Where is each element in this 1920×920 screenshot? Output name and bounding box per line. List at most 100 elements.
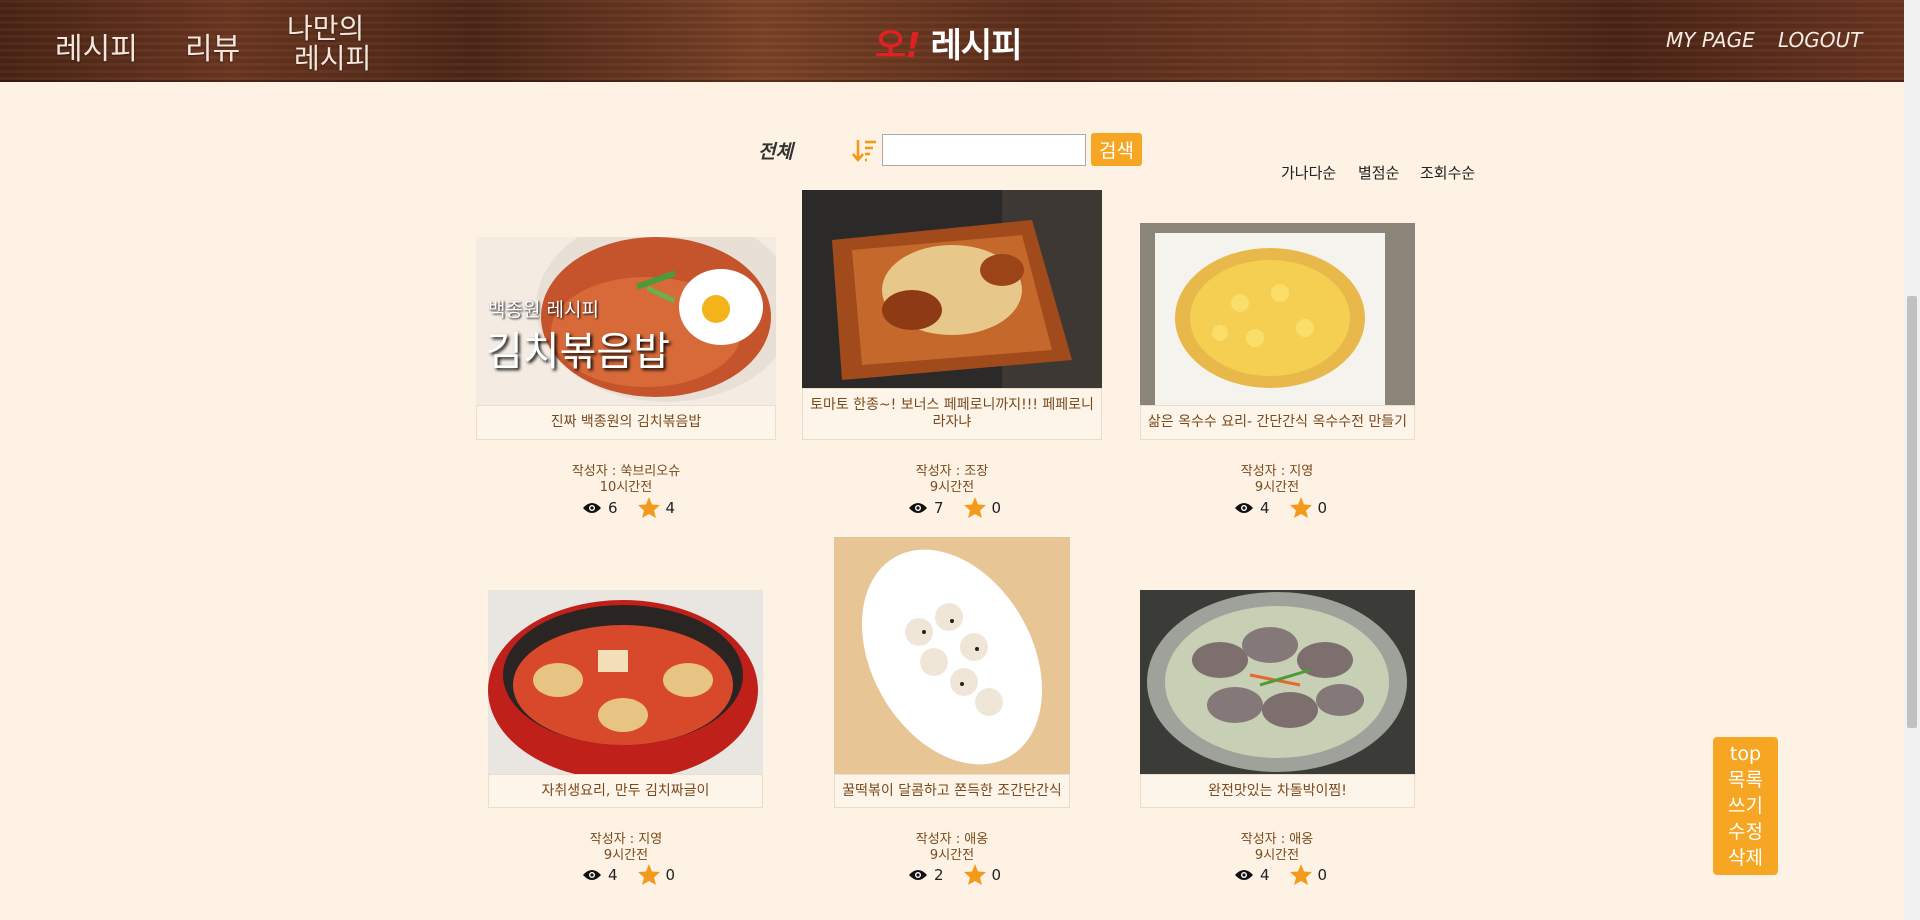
recipe-author: 작성자 : 지영 [1240, 464, 1314, 479]
recipe-photo-illustration [1140, 590, 1415, 774]
logo-text: 레시피 [930, 26, 1023, 66]
view-count: 2 [934, 865, 944, 884]
recipe-author: 작성자 : 애옹 [915, 832, 989, 847]
star-count: 0 [665, 865, 676, 884]
recipe-meta: 작성자 : 쑥브리오슈 10시간전 [526, 464, 726, 496]
recipe-image[interactable] [802, 190, 1102, 388]
recipe-time: 9시간전 [929, 848, 975, 863]
view-count: 6 [608, 498, 618, 517]
recipe-meta: 작성자 : 지영 9시간전 [526, 832, 726, 864]
recipe-title[interactable]: 삶은 옥수수 요리- 간단간식 옥수수전 만들기 [1140, 405, 1415, 440]
recipe-time: 9시간전 [929, 480, 975, 495]
recipe-image[interactable] [488, 590, 763, 774]
recipe-stats: 4 0 [1234, 497, 1341, 518]
eye-icon [583, 502, 601, 513]
star-count: 4 [665, 498, 676, 517]
recipe-author: 작성자 : 애옹 [1240, 832, 1314, 847]
recipe-stats: 4 0 [582, 864, 689, 885]
search-button[interactable]: 검색 [1091, 133, 1142, 166]
search-input[interactable] [882, 134, 1086, 166]
nav-review[interactable]: 리뷰 [185, 24, 240, 68]
recipe-stats: 7 0 [908, 497, 1015, 518]
delete-button[interactable]: 삭제 [1713, 845, 1778, 871]
view-count: 7 [934, 498, 944, 517]
recipe-stats: 6 4 [582, 497, 689, 518]
view-count: 4 [1260, 498, 1270, 517]
recipe-time: 10시간전 [599, 480, 653, 495]
recipe-card[interactable]: 완전맛있는 차돌박이찜! [1140, 590, 1415, 808]
list-button[interactable]: 목록 [1713, 767, 1778, 793]
recipe-photo-illustration [834, 537, 1070, 774]
eye-icon [1235, 502, 1253, 513]
nav-my-recipe-line1: 나만의 [287, 12, 365, 45]
recipe-time: 9시간전 [1254, 480, 1300, 495]
recipe-author: 작성자 : 쑥브리오슈 [571, 464, 681, 479]
star-icon [963, 497, 986, 518]
star-count: 0 [1317, 865, 1328, 884]
recipe-card[interactable]: 꿀떡볶이 달콤하고 쫀득한 조간단간식 [834, 537, 1070, 808]
sort-views[interactable]: 조회수순 [1420, 162, 1475, 183]
sort-rating[interactable]: 별점순 [1358, 162, 1399, 183]
recipe-card[interactable]: 토마토 한종~! 보너스 페페로니까지!!! 페페로니라자냐 [802, 190, 1102, 440]
logo-o: 오 [875, 26, 906, 66]
scrollbar[interactable] [1904, 0, 1920, 920]
site-logo[interactable]: 오! 레시피 [875, 18, 1023, 67]
recipe-image[interactable] [1140, 223, 1415, 405]
recipe-card[interactable]: 삶은 옥수수 요리- 간단간식 옥수수전 만들기 [1140, 223, 1415, 440]
scrollbar-thumb[interactable] [1907, 296, 1917, 728]
view-count: 4 [1260, 865, 1270, 884]
recipe-meta: 작성자 : 조장 9시간전 [852, 464, 1052, 496]
eye-icon [909, 502, 927, 513]
nav-recipe[interactable]: 레시피 [55, 24, 138, 68]
side-action-panel: top 목록 쓰기 수정 삭제 [1713, 737, 1778, 875]
recipe-stats: 2 0 [908, 864, 1015, 885]
star-icon [963, 864, 986, 885]
recipe-meta: 작성자 : 애옹 9시간전 [852, 832, 1052, 864]
eye-icon [583, 869, 601, 880]
scroll-top-button[interactable]: top [1713, 741, 1778, 767]
recipe-image[interactable] [834, 537, 1070, 774]
star-icon [1289, 497, 1312, 518]
nav-my-recipe[interactable]: 나만의 레시피 [280, 14, 371, 74]
eye-icon [1235, 869, 1253, 880]
write-button[interactable]: 쓰기 [1713, 793, 1778, 819]
view-count: 4 [608, 865, 618, 884]
star-count: 0 [991, 498, 1002, 517]
logout-link[interactable]: LOGOUT [1778, 28, 1862, 52]
recipe-title[interactable]: 진짜 백종원의 김치볶음밥 [476, 405, 776, 440]
image-caption-line1: 백종원 레시피 [488, 299, 599, 321]
image-caption-line2: 김치볶음밥 [486, 329, 670, 375]
edit-button[interactable]: 수정 [1713, 819, 1778, 845]
star-count: 0 [991, 865, 1002, 884]
star-icon [637, 497, 660, 518]
recipe-photo-illustration [488, 590, 763, 774]
recipe-image[interactable]: 백종원 레시피 김치볶음밥 [476, 237, 776, 405]
recipe-author: 작성자 : 지영 [589, 832, 663, 847]
mypage-link[interactable]: MY PAGE [1666, 28, 1755, 52]
recipe-photo-illustration [1140, 223, 1415, 405]
recipe-card[interactable]: 백종원 레시피 김치볶음밥 진짜 백종원의 김치볶음밥 [476, 237, 776, 440]
recipe-author: 작성자 : 조장 [915, 464, 989, 479]
star-count: 0 [1317, 498, 1328, 517]
recipe-photo-illustration [802, 190, 1102, 388]
sort-alphabetical[interactable]: 가나다순 [1281, 162, 1336, 183]
category-filter-label[interactable]: 전체 [758, 137, 793, 164]
star-icon [1289, 864, 1312, 885]
recipe-stats: 4 0 [1234, 864, 1341, 885]
recipe-title[interactable]: 완전맛있는 차돌박이찜! [1140, 774, 1415, 808]
recipe-title[interactable]: 토마토 한종~! 보너스 페페로니까지!!! 페페로니라자냐 [802, 388, 1102, 440]
recipe-time: 9시간전 [1254, 848, 1300, 863]
header-bar: 레시피 리뷰 나만의 레시피 오! 레시피 MY PAGE LOGOUT [0, 0, 1904, 82]
logo-exclamation: ! [905, 26, 920, 66]
recipe-meta: 작성자 : 지영 9시간전 [1177, 464, 1377, 496]
eye-icon [909, 869, 927, 880]
recipe-image[interactable] [1140, 590, 1415, 774]
star-icon [637, 864, 660, 885]
recipe-time: 9시간전 [603, 848, 649, 863]
nav-my-recipe-line2: 레시피 [294, 42, 372, 75]
recipe-card[interactable]: 자취생요리, 만두 김치짜글이 [488, 590, 763, 808]
recipe-title[interactable]: 꿀떡볶이 달콤하고 쫀득한 조간단간식 [834, 774, 1070, 808]
sort-desc-icon[interactable] [852, 138, 878, 164]
recipe-meta: 작성자 : 애옹 9시간전 [1177, 832, 1377, 864]
recipe-title[interactable]: 자취생요리, 만두 김치짜글이 [488, 774, 763, 808]
